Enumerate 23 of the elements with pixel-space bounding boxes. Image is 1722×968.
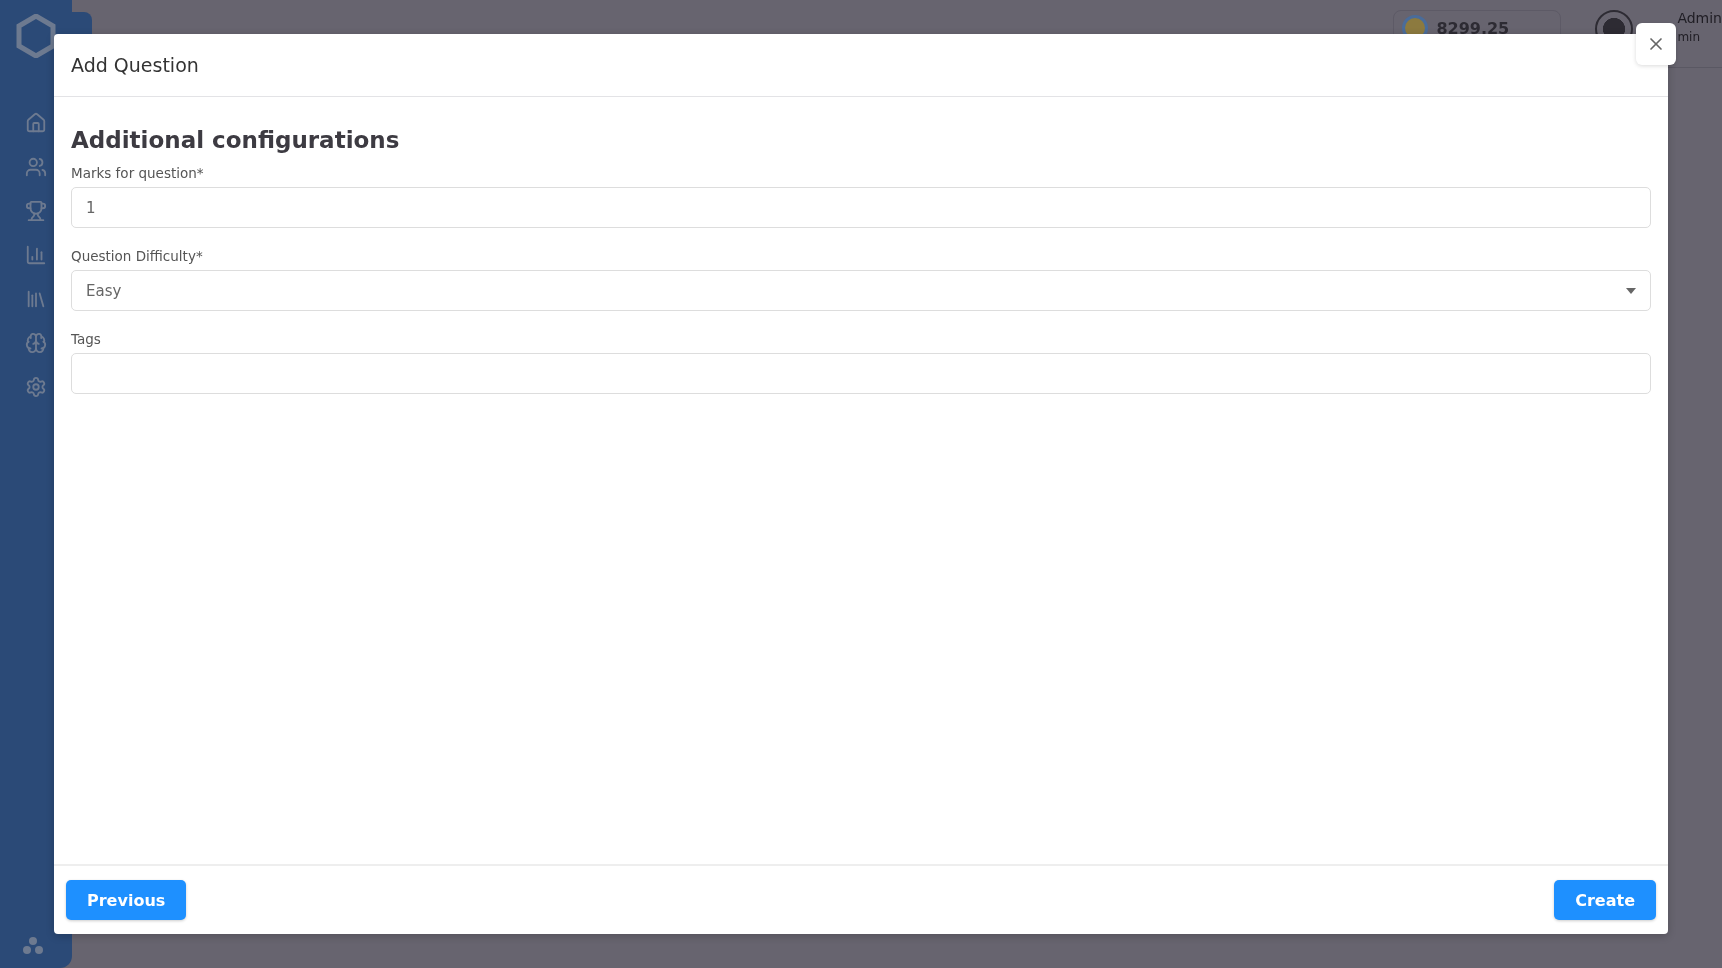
- settings-icon[interactable]: [25, 376, 47, 398]
- library-icon[interactable]: [25, 288, 47, 310]
- field-label: Marks for question*: [71, 165, 205, 181]
- section-title: Additional configurations: [71, 127, 401, 153]
- input-field[interactable]: [71, 353, 1651, 394]
- user-role: min: [1677, 30, 1700, 44]
- user-name: Admin: [1677, 10, 1722, 26]
- field-label: Question Difficulty*: [71, 248, 204, 264]
- close-button[interactable]: [1636, 23, 1676, 65]
- logo-icon: [16, 14, 56, 58]
- dots-icon[interactable]: [22, 936, 44, 956]
- home-icon[interactable]: [25, 112, 47, 134]
- field-label: Tags: [71, 331, 102, 347]
- caret-icon: [1626, 287, 1636, 294]
- modal-title: Add Question: [71, 54, 199, 76]
- chart-icon[interactable]: [25, 244, 47, 266]
- previous-button[interactable]: Previous: [66, 880, 187, 920]
- input-field[interactable]: 1: [71, 187, 1651, 228]
- balance-amount: 8299.25: [1436, 18, 1510, 38]
- select-field[interactable]: Easy: [71, 270, 1651, 311]
- users-icon[interactable]: [25, 156, 47, 178]
- trophy-icon[interactable]: [25, 200, 47, 222]
- create-button[interactable]: Create: [1554, 880, 1656, 920]
